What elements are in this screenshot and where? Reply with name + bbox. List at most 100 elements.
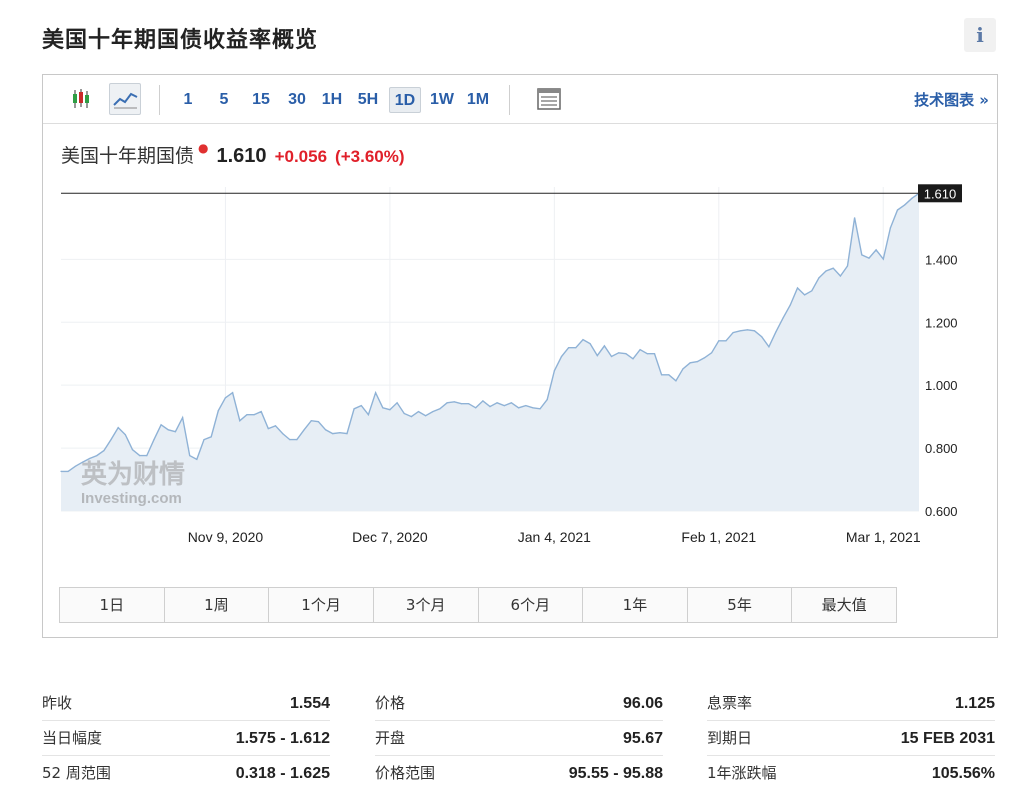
data-point — [560, 355, 563, 358]
data-point — [868, 257, 870, 259]
y-tick-label: 1.000 — [925, 378, 958, 393]
info-icon[interactable]: i — [964, 18, 996, 52]
data-point — [789, 304, 791, 306]
data-point — [367, 414, 369, 416]
data-point — [610, 355, 613, 358]
stat-label: 昨收 — [42, 694, 73, 712]
data-point — [432, 411, 434, 413]
stat-value: 96.06 — [622, 695, 663, 712]
stat-1y-change: 1年涨跌幅 105.56% — [707, 756, 995, 791]
data-point — [217, 410, 219, 412]
data-point — [525, 405, 527, 407]
data-point — [403, 412, 405, 415]
data-point — [360, 405, 362, 407]
data-point — [546, 399, 548, 401]
data-point — [482, 400, 484, 402]
data-point — [239, 420, 241, 422]
yield-chart: 1.610 0.600 0.800 1.000 1.200 1.400 Nov 9, 202… — [60, 184, 962, 545]
series-area — [61, 193, 919, 512]
data-point — [661, 374, 663, 376]
data-point — [124, 434, 126, 436]
data-point — [446, 402, 448, 404]
range-3m-button[interactable]: 3个月 — [373, 588, 479, 622]
data-point — [153, 439, 155, 441]
data-point — [167, 429, 169, 431]
data-point — [375, 392, 377, 394]
range-6m-button[interactable]: 6个月 — [478, 588, 584, 622]
stat-value: 1.575 - 1.612 — [235, 730, 330, 747]
data-point — [518, 407, 520, 409]
range-selector: 1日 1周 1个月 3个月 6个月 1年 5年 最大值 — [59, 587, 897, 623]
data-point — [382, 407, 384, 409]
data-point — [725, 340, 727, 342]
data-point — [353, 408, 355, 410]
data-point — [603, 345, 606, 347]
data-point — [196, 458, 198, 460]
stat-value: 0.318 - 1.625 — [235, 765, 330, 782]
stat-value: 95.55 - 95.88 — [568, 765, 663, 782]
data-point — [310, 420, 312, 422]
data-point — [389, 409, 391, 411]
chart-panel: 1 5 15 30 1H 5H 1D 1W 1M 技术图表 » 美国十年期国债 ●… — [42, 74, 998, 638]
range-1d-button[interactable]: 1日 — [60, 588, 165, 622]
data-point — [417, 411, 420, 413]
stat-value: 95.67 — [622, 730, 663, 747]
data-point — [682, 368, 684, 370]
stat-value: 1.125 — [954, 695, 995, 712]
data-point — [182, 417, 184, 419]
data-point — [896, 209, 899, 211]
range-1w-button[interactable]: 1周 — [164, 588, 270, 622]
data-point — [410, 416, 412, 418]
data-point — [439, 408, 441, 410]
data-point — [882, 258, 884, 260]
stat-price-range: 价格范围 95.55 - 95.88 — [375, 756, 663, 791]
y-tick-label: 1.200 — [925, 315, 958, 330]
data-point — [131, 449, 134, 451]
data-point — [575, 347, 577, 349]
data-point — [703, 357, 706, 359]
stat-label: 价格 — [375, 694, 406, 712]
data-point — [539, 408, 541, 410]
data-point — [210, 436, 212, 438]
data-point — [110, 439, 112, 441]
range-max-button[interactable]: 最大值 — [792, 588, 896, 622]
data-point — [911, 197, 913, 199]
range-5y-button[interactable]: 5年 — [687, 588, 793, 622]
data-point — [460, 403, 462, 405]
data-point — [510, 402, 512, 404]
x-tick-label: Nov 9, 2020 — [188, 529, 264, 545]
data-point — [303, 429, 305, 431]
data-point — [453, 401, 455, 403]
data-point — [503, 405, 505, 407]
data-point — [646, 353, 648, 355]
data-point — [296, 439, 298, 441]
data-point — [653, 353, 656, 355]
data-point — [746, 329, 749, 331]
stat-label: 52 周范围 — [42, 764, 111, 782]
watermark-logo: 英为财情 — [81, 460, 185, 490]
data-point — [553, 370, 555, 372]
data-point — [246, 414, 248, 416]
data-point — [796, 287, 799, 289]
data-point — [818, 277, 820, 279]
y-tick-label: 0.800 — [925, 441, 958, 456]
stat-maturity: 到期日 15 FEB 2031 — [707, 721, 995, 756]
range-1y-button[interactable]: 1年 — [583, 588, 688, 622]
data-point — [425, 415, 427, 417]
data-point — [96, 455, 98, 457]
data-point — [675, 380, 677, 382]
data-point — [832, 267, 834, 269]
x-tick-label: Feb 1, 2021 — [681, 529, 756, 545]
data-point — [332, 433, 334, 435]
y-tick-label: 0.600 — [925, 504, 958, 519]
range-1m-button[interactable]: 1个月 — [269, 588, 374, 622]
data-point — [718, 340, 720, 342]
data-point — [146, 455, 148, 457]
data-point — [274, 425, 277, 427]
data-point — [668, 374, 670, 376]
data-point — [618, 352, 620, 354]
data-point — [260, 411, 262, 413]
stat-value: 105.56% — [931, 765, 995, 782]
data-point — [60, 470, 62, 472]
data-point — [768, 346, 770, 348]
